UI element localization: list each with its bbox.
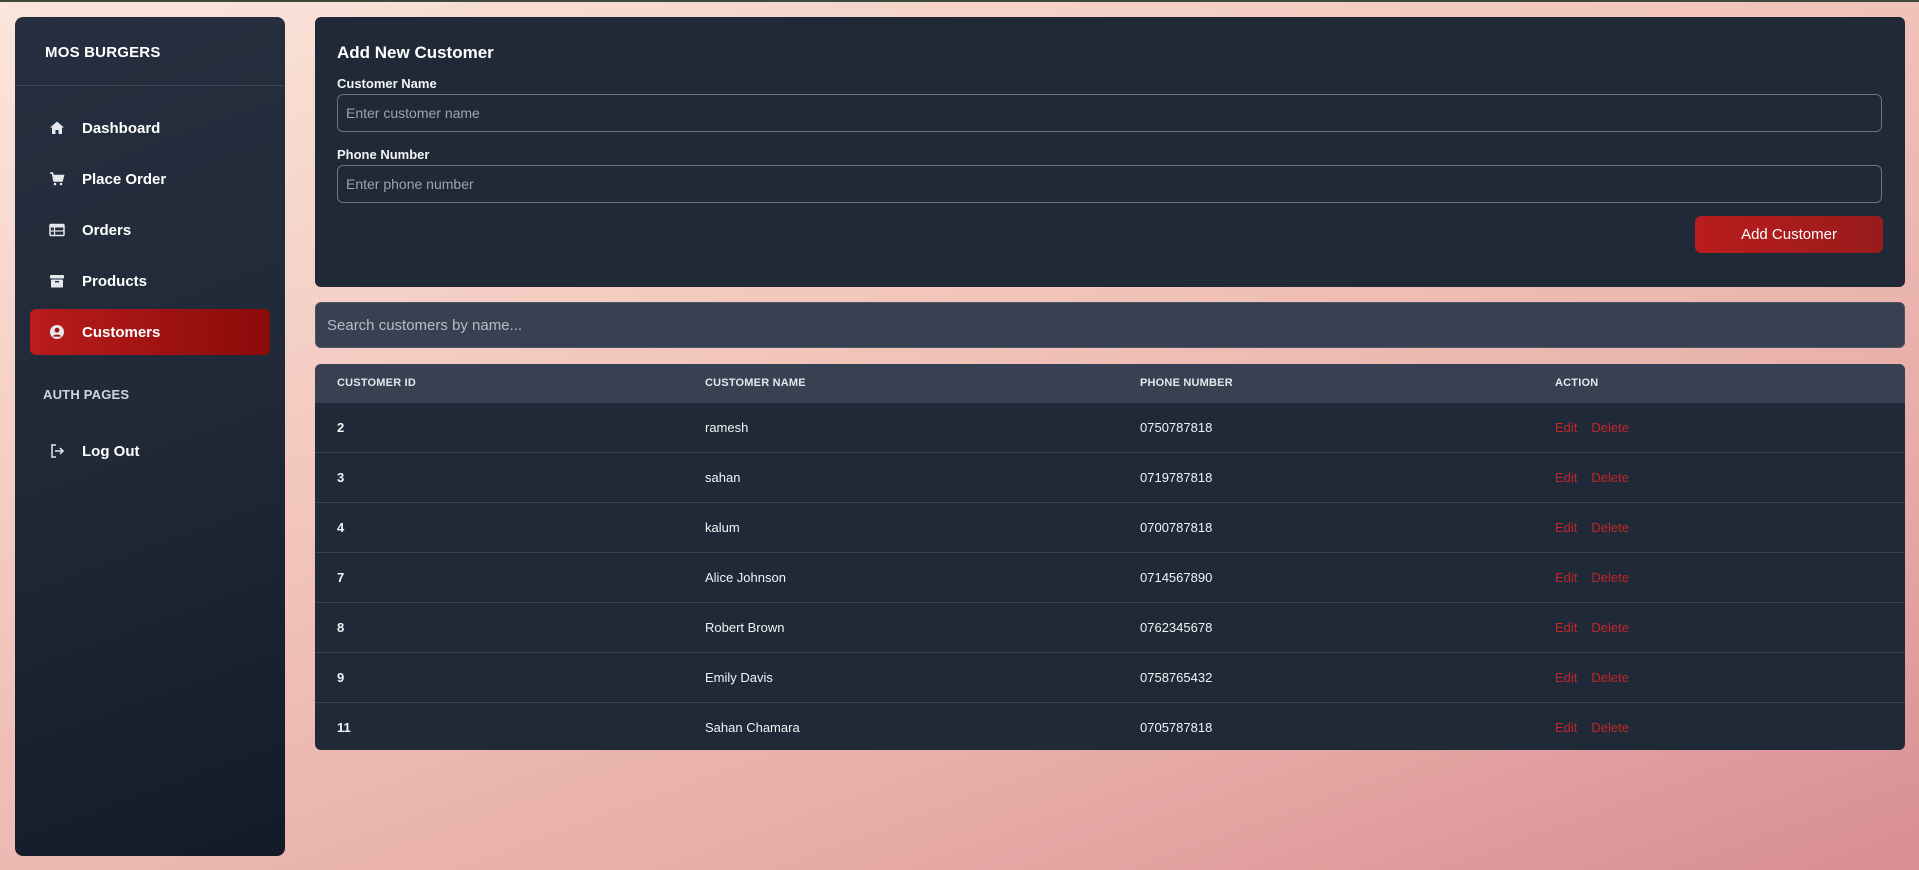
sidebar-item-label: Products <box>82 272 148 290</box>
logout-icon <box>48 442 66 460</box>
sidebar-item-products[interactable]: Products <box>30 258 270 304</box>
delete-link[interactable]: Delete <box>1591 620 1629 635</box>
delete-link[interactable]: Delete <box>1591 520 1629 535</box>
phone-number-input[interactable] <box>337 165 1882 203</box>
form-title: Add New Customer <box>337 43 494 62</box>
delete-link[interactable]: Delete <box>1591 720 1629 735</box>
table-icon <box>48 221 66 239</box>
table-row: 8 Robert Brown 0762345678 Edit Delete <box>315 602 1905 652</box>
edit-link[interactable]: Edit <box>1555 670 1577 685</box>
cell-phone-number: 0714567890 <box>1140 569 1213 585</box>
cell-customer-id: 7 <box>337 569 345 585</box>
archive-icon <box>48 272 66 290</box>
sidebar-item-customers[interactable]: Customers <box>30 309 270 355</box>
cell-actions: Edit Delete <box>1533 502 1905 552</box>
customer-name-input[interactable] <box>337 94 1882 132</box>
cell-customer-name: ramesh <box>705 419 749 435</box>
edit-link[interactable]: Edit <box>1555 520 1577 535</box>
cell-customer-id: 8 <box>337 619 345 635</box>
sidebar-item-log-out[interactable]: Log Out <box>30 428 270 474</box>
add-customer-button[interactable]: Add Customer <box>1695 216 1883 253</box>
edit-link[interactable]: Edit <box>1555 620 1577 635</box>
cell-customer-name: Alice Johnson <box>705 569 786 585</box>
sidebar-item-label: Log Out <box>82 442 140 460</box>
customers-table: CUSTOMER ID CUSTOMER NAME PHONE NUMBER A… <box>315 364 1905 750</box>
phone-number-label: Phone Number <box>337 147 430 162</box>
cell-phone-number: 0705787818 <box>1140 719 1213 735</box>
cell-customer-name: Emily Davis <box>705 669 773 685</box>
cell-customer-id: 11 <box>337 719 351 735</box>
sidebar-item-dashboard[interactable]: Dashboard <box>30 105 270 151</box>
delete-link[interactable]: Delete <box>1591 570 1629 585</box>
cart-icon <box>48 170 66 188</box>
column-header-id: CUSTOMER ID <box>337 376 417 389</box>
table-row: 3 sahan 0719787818 Edit Delete <box>315 452 1905 502</box>
delete-link[interactable]: Delete <box>1591 670 1629 685</box>
edit-link[interactable]: Edit <box>1555 720 1577 735</box>
sidebar-item-label: Orders <box>82 221 132 239</box>
sidebar-nav: Dashboard Place Order Orders Products Cu… <box>15 86 285 355</box>
cell-customer-id: 4 <box>337 519 345 535</box>
table-row: 9 Emily Davis 0758765432 Edit Delete <box>315 652 1905 702</box>
cell-actions: Edit Delete <box>1533 452 1905 502</box>
edit-link[interactable]: Edit <box>1555 470 1577 485</box>
cell-customer-id: 3 <box>337 469 345 485</box>
column-header-phone: PHONE NUMBER <box>1140 376 1233 389</box>
table-row: 4 kalum 0700787818 Edit Delete <box>315 502 1905 552</box>
user-circle-icon <box>48 323 66 341</box>
cell-customer-id: 2 <box>337 419 345 435</box>
cell-customer-name: Sahan Chamara <box>705 719 800 735</box>
cell-customer-id: 9 <box>337 669 345 685</box>
edit-link[interactable]: Edit <box>1555 420 1577 435</box>
top-border <box>0 0 1919 2</box>
cell-phone-number: 0750787818 <box>1140 419 1213 435</box>
column-header-action: ACTION <box>1555 376 1599 389</box>
customer-name-label: Customer Name <box>337 76 437 91</box>
brand-title: MOS BURGERS <box>15 17 285 86</box>
table-row: 2 ramesh 0750787818 Edit Delete <box>315 402 1905 452</box>
cell-customer-name: Robert Brown <box>705 619 785 635</box>
cell-phone-number: 0758765432 <box>1140 669 1213 685</box>
add-customer-card: Add New Customer Customer Name Phone Num… <box>315 17 1905 287</box>
cell-actions: Edit Delete <box>1533 552 1905 602</box>
delete-link[interactable]: Delete <box>1591 420 1629 435</box>
cell-customer-name: kalum <box>705 519 740 535</box>
table-row: 11 Sahan Chamara 0705787818 Edit Delete <box>315 702 1905 750</box>
cell-customer-name: sahan <box>705 469 741 485</box>
sidebar-item-label: Customers <box>82 323 161 341</box>
delete-link[interactable]: Delete <box>1591 470 1629 485</box>
sidebar-item-place-order[interactable]: Place Order <box>30 156 270 202</box>
sidebar-item-label: Dashboard <box>82 119 161 137</box>
sidebar: MOS BURGERS Dashboard Place Order Orders… <box>15 17 285 856</box>
table-header: CUSTOMER ID CUSTOMER NAME PHONE NUMBER A… <box>315 364 1905 402</box>
table-row: 7 Alice Johnson 0714567890 Edit Delete <box>315 552 1905 602</box>
cell-phone-number: 0719787818 <box>1140 469 1213 485</box>
cell-actions: Edit Delete <box>1533 602 1905 652</box>
cell-actions: Edit Delete <box>1533 652 1905 702</box>
cell-actions: Edit Delete <box>1533 702 1905 750</box>
search-input[interactable] <box>315 302 1905 348</box>
cell-phone-number: 0700787818 <box>1140 519 1213 535</box>
auth-pages-heading: AUTH PAGES <box>43 387 130 402</box>
home-icon <box>48 119 66 137</box>
sidebar-item-label: Place Order <box>82 170 167 188</box>
edit-link[interactable]: Edit <box>1555 570 1577 585</box>
cell-phone-number: 0762345678 <box>1140 619 1213 635</box>
column-header-name: CUSTOMER NAME <box>705 376 806 389</box>
sidebar-item-orders[interactable]: Orders <box>30 207 270 253</box>
cell-actions: Edit Delete <box>1533 402 1905 452</box>
